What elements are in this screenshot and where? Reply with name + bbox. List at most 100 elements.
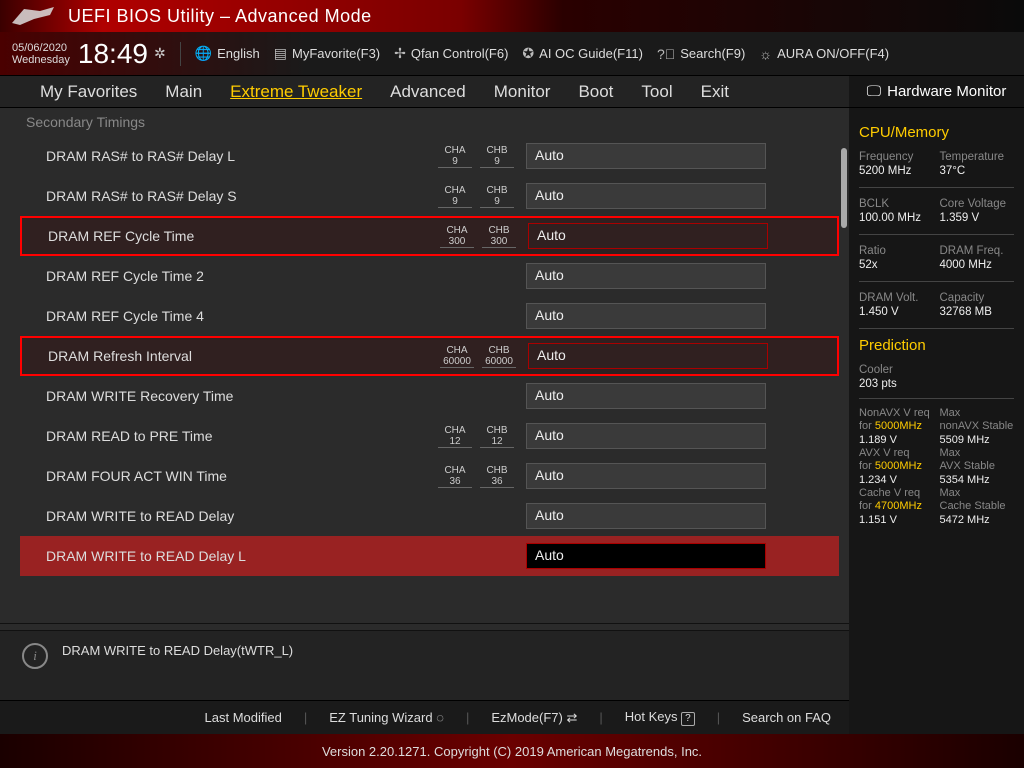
setting-row[interactable]: DRAM WRITE Recovery Time Auto xyxy=(20,376,839,416)
myfavorite-label: MyFavorite(F3) xyxy=(292,46,380,61)
setting-row[interactable]: DRAM RAS# to RAS# Delay SCHA9CHB9Auto xyxy=(20,176,839,216)
stat-value: 52x xyxy=(859,259,934,271)
hotkeys-link[interactable]: Hot Keys ? xyxy=(625,709,695,726)
setting-row[interactable]: DRAM RAS# to RAS# Delay LCHA9CHB9Auto xyxy=(20,136,839,176)
aioc-button[interactable]: ✪ AI OC Guide(F11) xyxy=(522,45,643,62)
setting-value-field[interactable]: Auto xyxy=(526,543,766,569)
switch-icon: ⇄ xyxy=(566,710,577,725)
ezmode-link[interactable]: EzMode(F7) ⇄ xyxy=(491,710,577,726)
setting-row[interactable]: DRAM FOUR ACT WIN Time CHA36 CHB36 Auto xyxy=(20,456,839,496)
stat-label: DRAM Freq. xyxy=(940,245,1015,257)
setting-value-field[interactable]: Auto xyxy=(526,463,766,489)
stat-label: Core Voltage xyxy=(940,198,1015,210)
setting-value-field[interactable]: Auto xyxy=(526,263,766,289)
hotkeys-label: Hot Keys xyxy=(625,709,678,724)
pred-max-value: 5472 MHz xyxy=(940,514,1015,526)
clock-settings-icon[interactable]: ✲ xyxy=(154,45,166,62)
setting-value-field[interactable]: Auto xyxy=(526,503,766,529)
clock-time: 18:49 xyxy=(78,38,148,70)
language-selector[interactable]: 🌐 English xyxy=(195,45,260,62)
setting-row[interactable]: DRAM READ to PRE TimeCHA12CHB12Auto xyxy=(20,416,839,456)
rog-header-stripe: UEFI BIOS Utility – Advanced Mode xyxy=(0,0,1024,32)
myfavorite-button[interactable]: ▤ MyFavorite(F3) xyxy=(274,45,380,62)
globe-icon: 🌐 xyxy=(195,45,212,62)
tab-boot[interactable]: Boot xyxy=(578,82,613,102)
cha-readout: CHA60000 xyxy=(440,345,474,368)
settings-scrollbar[interactable] xyxy=(841,148,847,507)
setting-label: DRAM RAS# to RAS# Delay S xyxy=(46,188,396,204)
search-icon: ?⃝ xyxy=(657,46,675,62)
bios-title: UEFI BIOS Utility – Advanced Mode xyxy=(68,6,372,27)
stat-value: 1.450 V xyxy=(859,306,934,318)
setting-label: DRAM WRITE to READ Delay xyxy=(46,508,396,524)
setting-label: DRAM RAS# to RAS# Delay L xyxy=(46,148,396,164)
date-text: 05/06/2020 xyxy=(12,42,70,54)
setting-row[interactable]: DRAM REF Cycle Time CHA300 CHB300 Auto xyxy=(20,216,839,256)
setting-label: DRAM Refresh Interval xyxy=(48,348,398,364)
cha-readout: CHA12 xyxy=(438,425,472,448)
search-button[interactable]: ?⃝ Search(F9) xyxy=(657,46,745,62)
setting-value-field[interactable]: Auto xyxy=(526,423,766,449)
setting-row[interactable]: DRAM REF Cycle Time 2 Auto xyxy=(20,256,839,296)
setting-label: DRAM FOUR ACT WIN Time xyxy=(46,468,396,484)
stat-label: Frequency xyxy=(859,151,934,163)
setting-value-field[interactable]: Auto xyxy=(528,343,768,369)
tab-my-favorites[interactable]: My Favorites xyxy=(40,82,137,102)
prediction-title: Prediction xyxy=(859,337,1014,354)
stat-label: Temperature xyxy=(940,151,1015,163)
stat-label: Ratio xyxy=(859,245,934,257)
setting-row[interactable]: DRAM Refresh IntervalCHA60000CHB60000Aut… xyxy=(20,336,839,376)
chb-readout: CHB36 xyxy=(480,465,514,488)
cooler-value: 203 pts xyxy=(859,378,1014,390)
pred-req-label: AVX V reqfor 5000MHz xyxy=(859,447,934,473)
setting-value-field[interactable]: Auto xyxy=(528,223,768,249)
tab-extreme-tweaker[interactable]: Extreme Tweaker xyxy=(230,82,362,102)
pred-max-label: MaxnonAVX Stable xyxy=(940,407,1015,433)
tab-exit[interactable]: Exit xyxy=(701,82,729,102)
setting-label: DRAM WRITE Recovery Time xyxy=(46,388,396,404)
qfan-label: Qfan Control(F6) xyxy=(411,46,509,61)
tab-tool[interactable]: Tool xyxy=(641,82,672,102)
tab-main[interactable]: Main xyxy=(165,82,202,102)
stat-value: 1.359 V xyxy=(940,212,1015,224)
cha-readout: CHA300 xyxy=(440,225,474,248)
cpu-memory-title: CPU/Memory xyxy=(859,124,1014,141)
stat-value: 32768 MB xyxy=(940,306,1015,318)
setting-label: DRAM REF Cycle Time 2 xyxy=(46,268,396,284)
version-text: Version 2.20.1271. Copyright (C) 2019 Am… xyxy=(322,744,702,759)
scrollbar-thumb[interactable] xyxy=(841,148,847,228)
setting-row[interactable]: DRAM WRITE to READ Delay Auto xyxy=(20,496,839,536)
setting-value-field[interactable]: Auto xyxy=(526,183,766,209)
search-label: Search(F9) xyxy=(680,46,745,61)
last-modified-link[interactable]: Last Modified xyxy=(205,710,282,725)
hardware-monitor-tab[interactable]: 🖵 Hardware Monitor xyxy=(849,76,1024,107)
setting-label: DRAM WRITE to READ Delay L xyxy=(46,548,396,564)
qfan-button[interactable]: ✢ Qfan Control(F6) xyxy=(394,45,508,62)
setting-value-field[interactable]: Auto xyxy=(526,303,766,329)
hardware-monitor-label: Hardware Monitor xyxy=(887,83,1006,100)
stat-value: 5200 MHz xyxy=(859,165,934,177)
tab-monitor[interactable]: Monitor xyxy=(494,82,551,102)
pred-req-value: 1.234 V xyxy=(859,474,934,486)
setting-label: DRAM REF Cycle Time 4 xyxy=(46,308,396,324)
weekday-text: Wednesday xyxy=(12,54,70,66)
pred-req-label: Cache V reqfor 4700MHz xyxy=(859,487,934,513)
aura-label: AURA ON/OFF(F4) xyxy=(777,46,889,61)
setting-value-field[interactable]: Auto xyxy=(526,383,766,409)
stat-value: 100.00 MHz xyxy=(859,212,934,224)
section-header: Secondary Timings xyxy=(0,108,849,136)
info-icon: i xyxy=(22,643,48,669)
setting-row[interactable]: DRAM REF Cycle Time 4 Auto xyxy=(20,296,839,336)
setting-label: DRAM READ to PRE Time xyxy=(46,428,396,444)
aura-button[interactable]: ☼ AURA ON/OFF(F4) xyxy=(759,46,889,62)
tab-advanced[interactable]: Advanced xyxy=(390,82,466,102)
setting-value-field[interactable]: Auto xyxy=(526,143,766,169)
chb-readout: CHB9 xyxy=(480,185,514,208)
chb-readout: CHB300 xyxy=(482,225,516,248)
ez-tuning-wizard-link[interactable]: EZ Tuning Wizard ◌ xyxy=(329,710,444,725)
search-faq-link[interactable]: Search on FAQ xyxy=(742,710,831,725)
cha-readout: CHA36 xyxy=(438,465,472,488)
stat-label: BCLK xyxy=(859,198,934,210)
setting-row[interactable]: DRAM WRITE to READ Delay L Auto xyxy=(20,536,839,576)
setting-label: DRAM REF Cycle Time xyxy=(48,228,398,244)
